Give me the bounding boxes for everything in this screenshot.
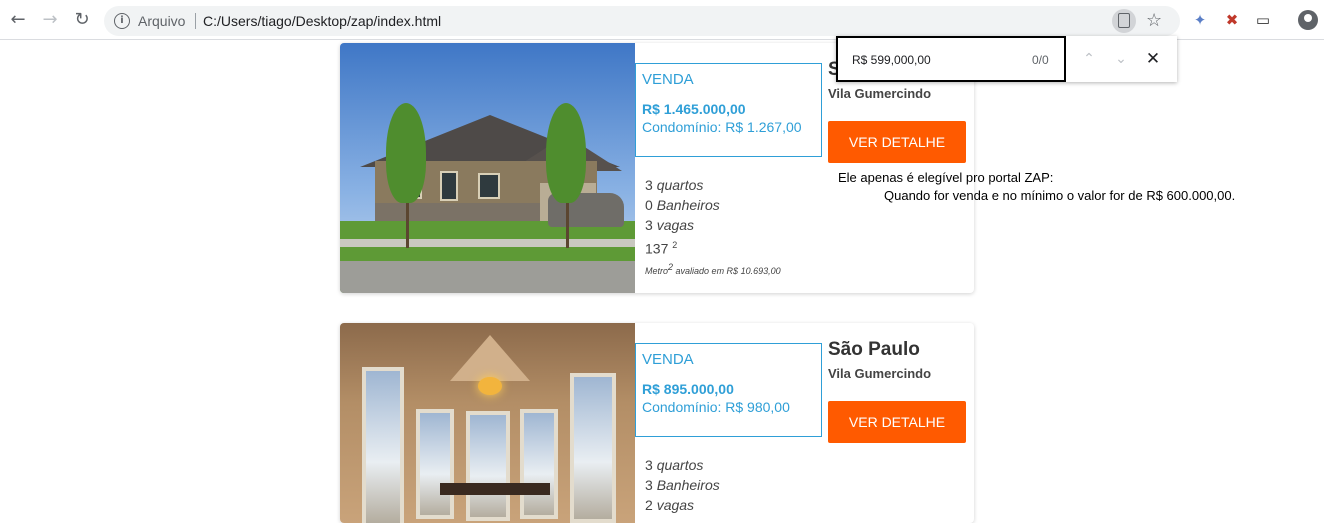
transaction-type: VENDA <box>642 351 694 368</box>
bedrooms: 3 quartos <box>645 177 704 193</box>
photo-road <box>340 261 635 293</box>
price-box: VENDA R$ 895.000,00 Condomínio: R$ 980,0… <box>635 343 822 437</box>
photo-chandelier <box>478 377 502 395</box>
bedrooms: 3 quartos <box>645 457 704 473</box>
photo-sidewalk <box>340 239 635 247</box>
extension-x-icon[interactable]: ✖ <box>1222 10 1242 30</box>
listing-neighborhood: Vila Gumercindo <box>828 366 932 381</box>
photo-window <box>416 409 454 519</box>
find-input[interactable]: R$ 599,000,00 <box>852 53 931 67</box>
profile-avatar-icon[interactable] <box>1298 10 1318 30</box>
bathrooms: 3 Banheiros <box>645 477 720 493</box>
listing-details: 3 quartos 0 Banheiros 3 vagas 137 2 Metr… <box>645 175 781 277</box>
url-text[interactable]: C:/Users/tiago/Desktop/zap/index.html <box>203 13 441 29</box>
view-details-button[interactable]: VER DETALHE <box>828 401 966 443</box>
photo-table <box>440 483 550 495</box>
bookmark-star-icon[interactable]: ☆ <box>1146 9 1162 33</box>
area: 137 2 <box>645 240 678 257</box>
chevron-up-icon[interactable]: ⌃ <box>1078 48 1100 70</box>
forward-arrow-icon[interactable]: → <box>38 8 62 32</box>
photo-window <box>362 367 404 523</box>
condo-fee: Condomínio: R$ 980,00 <box>642 399 790 415</box>
listing-details: 3 quartos 3 Banheiros 2 vagas <box>645 455 720 515</box>
parking: 2 vagas <box>645 497 695 513</box>
price-box: VENDA R$ 1.465.000,00 Condomínio: R$ 1.2… <box>635 63 822 157</box>
eligibility-note-line2: Quando for venda e no mínimo o valor for… <box>884 188 1236 203</box>
view-details-button[interactable]: VER DETALHE <box>828 121 966 163</box>
back-arrow-icon[interactable]: ← <box>6 8 30 32</box>
find-in-page-button[interactable] <box>1112 9 1136 33</box>
extension-car-icon[interactable]: ▭ <box>1253 10 1273 30</box>
find-page-icon <box>1118 13 1130 28</box>
listing-price: R$ 1.465.000,00 <box>642 101 746 117</box>
eligibility-note-line1: Ele apenas é elegível pro portal ZAP: <box>838 170 1054 185</box>
parking: 3 vagas <box>645 217 695 233</box>
photo-ceiling-gable <box>450 335 530 381</box>
scheme-label: Arquivo <box>138 13 186 29</box>
listing-photo-house[interactable] <box>340 43 635 293</box>
photo-window <box>440 171 458 201</box>
listing-neighborhood: Vila Gumercindo <box>828 86 932 101</box>
reload-icon[interactable]: ↻ <box>70 8 94 32</box>
info-icon[interactable]: i <box>114 13 130 29</box>
listing-card: VENDA R$ 895.000,00 Condomínio: R$ 980,0… <box>340 323 974 523</box>
area-price-note: Metro2 avaliado em R$ 10.693,00 <box>645 261 781 276</box>
address-bar[interactable]: i Arquivo C:/Users/tiago/Desktop/zap/ind… <box>104 6 1180 36</box>
find-bar: R$ 599,000,00 0/0 ⌃ ⌄ ✕ <box>836 36 1177 82</box>
extension-satellite-icon[interactable]: ✦ <box>1190 10 1210 30</box>
find-match-count: 0/0 <box>1032 53 1049 67</box>
photo-window <box>466 411 510 521</box>
find-input-box[interactable]: R$ 599,000,00 0/0 <box>836 36 1066 82</box>
listing-price: R$ 895.000,00 <box>642 381 734 397</box>
photo-window <box>520 409 558 519</box>
photo-tree <box>386 103 426 203</box>
photo-window <box>478 173 500 199</box>
condo-fee: Condomínio: R$ 1.267,00 <box>642 119 802 135</box>
photo-tree <box>546 103 586 203</box>
transaction-type: VENDA <box>642 71 694 88</box>
chevron-down-icon[interactable]: ⌄ <box>1110 48 1132 70</box>
bathrooms: 0 Banheiros <box>645 197 720 213</box>
browser-toolbar: ← → ↻ i Arquivo C:/Users/tiago/Desktop/z… <box>0 0 1324 40</box>
listing-city: São Paulo <box>828 339 920 360</box>
close-icon[interactable]: ✕ <box>1142 48 1164 70</box>
listing-photo-interior[interactable] <box>340 323 635 523</box>
photo-window <box>570 373 616 523</box>
omnibox-divider <box>195 13 196 29</box>
